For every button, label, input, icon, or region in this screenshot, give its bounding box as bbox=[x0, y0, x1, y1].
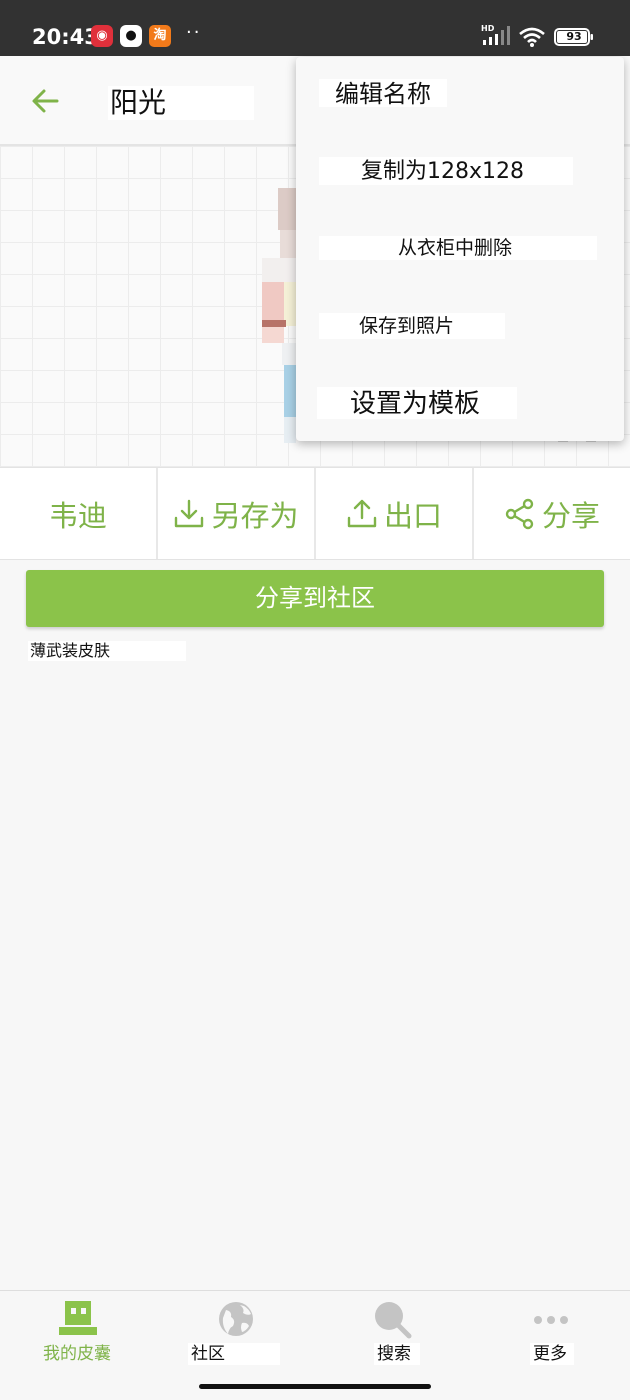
nav-label-my-skins: 我的皮囊 bbox=[43, 1344, 111, 1364]
menu-item-label: 复制为128x128 bbox=[361, 159, 525, 184]
search-icon bbox=[375, 1302, 412, 1339]
save-as-button[interactable]: 另存为 bbox=[158, 468, 316, 559]
taobao-icon: 淘 bbox=[149, 25, 171, 47]
menu-item-label: 设置为模板 bbox=[350, 389, 481, 419]
menu-item-label: 从衣柜中删除 bbox=[398, 237, 513, 259]
overflow-menu: 编辑名称 复制为128x128 从衣柜中删除 保存到照片 设置为模板 bbox=[296, 57, 624, 441]
wifi-icon bbox=[519, 27, 545, 47]
menu-item-label: 编辑名称 bbox=[335, 80, 431, 108]
nav-label-community: 社区 bbox=[191, 1344, 225, 1364]
share-to-community-button[interactable]: 分享到社区 bbox=[26, 570, 604, 627]
skin-title[interactable]: 阳光 bbox=[110, 86, 166, 120]
save-as-label: 另存为 bbox=[211, 498, 299, 533]
nav-tab-my-skins[interactable]: 我的皮囊 bbox=[20, 1291, 136, 1371]
skin-robot-icon bbox=[59, 1301, 97, 1335]
nav-tab-community[interactable]: 社区 bbox=[186, 1291, 282, 1371]
menu-item-edit-name[interactable]: 编辑名称 bbox=[296, 57, 624, 135]
home-indicator[interactable] bbox=[199, 1384, 431, 1389]
menu-item-label: 保存到照片 bbox=[359, 315, 455, 337]
skin-figure bbox=[262, 188, 296, 444]
status-time: 20:43 bbox=[32, 25, 99, 49]
nav-tab-more[interactable]: 更多 bbox=[520, 1291, 586, 1371]
nav-tab-search[interactable]: 搜索 bbox=[360, 1291, 430, 1371]
netease-music-icon: ◉ bbox=[91, 25, 113, 47]
export-label: 出口 bbox=[383, 498, 442, 533]
menu-item-copy-128[interactable]: 复制为128x128 bbox=[296, 135, 624, 213]
share-icon bbox=[505, 498, 534, 529]
download-icon bbox=[175, 499, 204, 527]
nav-label-search: 搜索 bbox=[377, 1344, 411, 1364]
back-arrow-icon[interactable] bbox=[30, 86, 60, 116]
more-dots-icon bbox=[534, 1316, 568, 1324]
globe-icon bbox=[219, 1302, 253, 1336]
status-bar: 20:43 ◉ ● 淘 ·· HD 93 bbox=[0, 0, 630, 56]
menu-item-save-to-photos[interactable]: 保存到照片 bbox=[296, 291, 624, 369]
model-label: 韦迪 bbox=[48, 498, 107, 533]
share-label: 分享 bbox=[541, 498, 600, 533]
signal-icon bbox=[483, 26, 510, 45]
notification-overflow-icon: ·· bbox=[186, 22, 202, 43]
model-button[interactable]: 韦迪 bbox=[0, 468, 158, 559]
upload-icon bbox=[347, 499, 377, 527]
battery-level: 93 bbox=[566, 30, 582, 43]
qq-icon: ● bbox=[120, 25, 142, 47]
share-button[interactable]: 分享 bbox=[474, 468, 630, 559]
action-row: 韦迪 另存为 出口 分享 bbox=[0, 467, 630, 560]
nav-label-more: 更多 bbox=[533, 1344, 567, 1364]
export-button[interactable]: 出口 bbox=[316, 468, 474, 559]
menu-item-delete-from-wardrobe[interactable]: 从衣柜中删除 bbox=[296, 213, 624, 291]
skin-name: 薄武装皮肤 bbox=[30, 641, 111, 660]
menu-item-set-as-template[interactable]: 设置为模板 bbox=[296, 369, 624, 441]
